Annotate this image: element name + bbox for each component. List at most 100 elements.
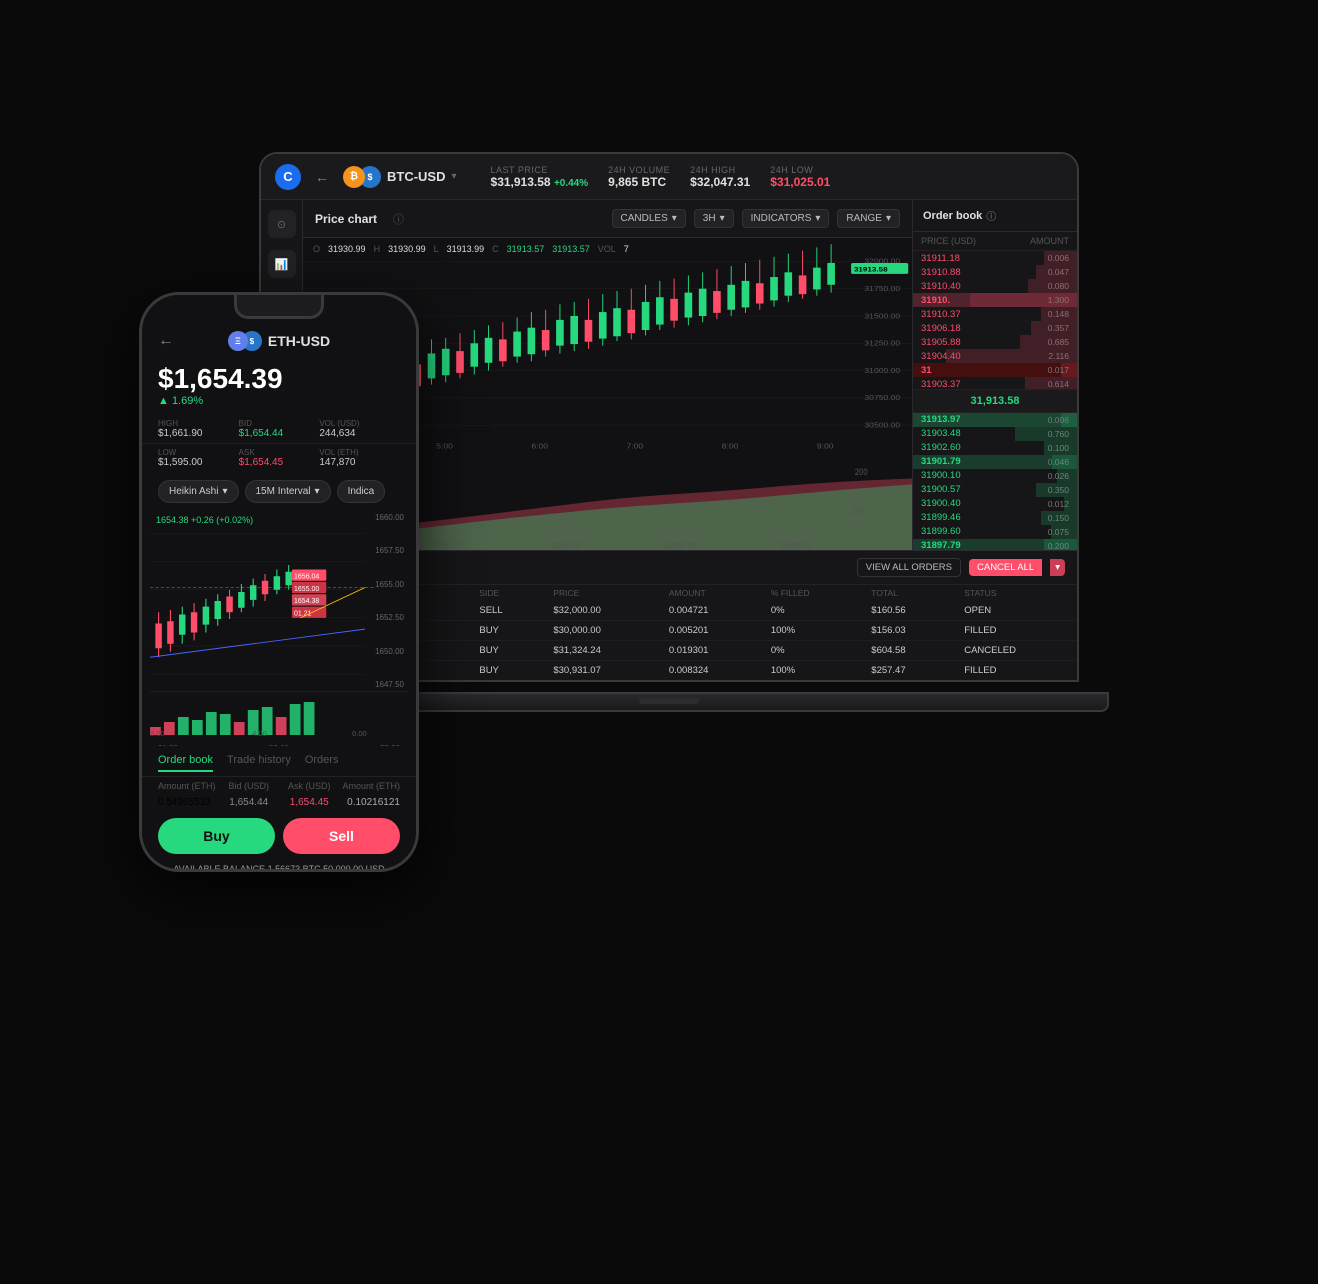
ob-row: 31902.600.100 [913, 441, 1077, 455]
phone-time-labels: 21:30 22:00 22:30 [150, 742, 408, 746]
col-filled: % FILLED [761, 585, 861, 601]
phone-price-section: $1,654.39 ▲ 1.69% [142, 359, 416, 415]
phone-stat-high: HIGH $1,661.90 [158, 419, 239, 439]
svg-text:31000.00: 31000.00 [864, 367, 900, 375]
ob-row: 31904.402.116 [913, 349, 1077, 363]
volume-group: 24H VOLUME 9,865 BTC [608, 165, 670, 189]
ob-header: Order book ⓘ [913, 200, 1077, 232]
pair-info[interactable]: ₿ $ BTC-USD ▾ [343, 166, 457, 188]
svg-text:30500.00: 30500.00 [864, 421, 900, 429]
col-side: SIDE [469, 585, 543, 601]
svg-text:4.00: 4.00 [252, 729, 267, 737]
phone-ob-row: 0.54965533 1,654.44 1,654.45 0.10216121 [142, 795, 416, 810]
ob-row: 31913.970.006 [913, 413, 1077, 427]
ob-row: 31906.180.357 [913, 321, 1077, 335]
phone-pair: Ξ $ ETH-USD [228, 331, 330, 351]
volume-label: 24H VOLUME [608, 165, 670, 175]
phone-eth-icon: Ξ [228, 331, 248, 351]
phone-screen: ← Ξ $ ETH-USD $1,654.39 ▲ 1.69% [142, 295, 416, 869]
volume-value: 9,865 BTC [608, 175, 670, 189]
phone-stat-vol-usd: VOL (USD) 244,634 [319, 419, 400, 439]
svg-text:31913.58: 31913.58 [854, 265, 888, 273]
view-all-orders-button[interactable]: VIEW ALL ORDERS [857, 558, 961, 577]
tab-order-book[interactable]: Order book [158, 754, 213, 772]
btc-icon: ₿ [343, 166, 365, 188]
phone-ob-headers: Amount (ETH) Bid (USD) Ask (USD) Amount … [142, 777, 416, 795]
low-label: 24H LOW [770, 165, 830, 175]
ob-row: 31903.370.614 [913, 377, 1077, 389]
cancel-all-button[interactable]: CANCEL ALL [969, 559, 1042, 576]
phone-stats-row2: LOW $1,595.00 ASK $1,654.45 VOL (ETH) 14… [142, 444, 416, 472]
chart-type-button[interactable]: Heikin Ashi ▾ [158, 480, 239, 503]
svg-text:1656.04: 1656.04 [294, 572, 319, 580]
phone-back-button[interactable]: ← [158, 332, 174, 350]
ob-row: 31910.400.080 [913, 279, 1077, 293]
phone: ← Ξ $ ETH-USD $1,654.39 ▲ 1.69% [139, 292, 419, 872]
interval-button[interactable]: 15M Interval ▾ [245, 480, 331, 503]
indicators-button[interactable]: INDICATORS ▾ [742, 209, 830, 228]
svg-text:1655.00: 1655.00 [294, 585, 319, 593]
phone-price: $1,654.39 [158, 363, 400, 395]
col-amount: AMOUNT [659, 585, 761, 601]
ob-buy-rows: 31913.970.006 31903.480.760 31902.600.10… [913, 413, 1077, 551]
back-button[interactable]: ← [315, 169, 329, 185]
pair-chevron-icon: ▾ [452, 171, 457, 182]
buy-button[interactable]: Buy [158, 818, 275, 854]
ob-row: 31897.790.200 [913, 539, 1077, 551]
high-value: $32,047.31 [690, 175, 750, 189]
phone-chart-area: 1654.38 +0.26 (+0.02%) 1660.00 1657.50 1… [150, 511, 408, 691]
ohlc-bar: O31930.99 H31930.99 L31913.99 C31913.57 … [313, 244, 629, 254]
phone-buy-sell: Buy Sell [142, 810, 416, 862]
sell-button[interactable]: Sell [283, 818, 400, 854]
chart-info-icon: ⓘ [393, 211, 404, 227]
phone-chart-svg: 1656.04 1655.00 1654.38 01.21 [150, 511, 408, 691]
high-group: 24H HIGH $32,047.31 [690, 165, 750, 189]
phone-coin-icons: Ξ $ [228, 331, 262, 351]
svg-text:30750.00: 30750.00 [864, 394, 900, 402]
ob-row: 31899.600.075 [913, 525, 1077, 539]
chart-title: Price chart [315, 212, 377, 226]
interval-button[interactable]: 3H ▾ [694, 209, 734, 228]
ob-mid-price: 31,913.58 [913, 389, 1077, 413]
coin-icons: ₿ $ [343, 166, 381, 188]
phone-stat-low: LOW $1,595.00 [158, 448, 239, 468]
svg-text:31750.00: 31750.00 [864, 285, 900, 293]
tab-orders[interactable]: Orders [305, 754, 339, 772]
svg-text:0.00: 0.00 [352, 729, 367, 737]
nav-chart-icon[interactable]: 📊 [268, 250, 296, 278]
laptop-topbar: C ← ₿ $ BTC-USD ▾ LAST PRICE [261, 154, 1077, 200]
phone-vol-area: 8.00 4.00 0.00 21:30 22:00 22:30 [150, 691, 408, 746]
svg-text:7:00: 7:00 [627, 442, 644, 450]
ob-row: 31911.180.006 [913, 251, 1077, 265]
phone-tabs: Order book Trade history Orders [142, 746, 416, 777]
svg-text:32300.00: 32300.00 [665, 540, 697, 550]
range-button[interactable]: RANGE ▾ [837, 209, 900, 228]
svg-text:32100.00: 32100.00 [550, 540, 582, 550]
phone-notch [234, 295, 324, 319]
low-value: $31,025.01 [770, 175, 830, 189]
col-price: PRICE [543, 585, 659, 601]
cancel-all-chevron-button[interactable]: ▾ [1050, 559, 1065, 576]
orderbook-panel: Order book ⓘ PRICE (USD) AMOUNT 31911.18… [912, 200, 1077, 550]
phone-stat-ask: ASK $1,654.45 [239, 448, 320, 468]
candles-button[interactable]: CANDLES ▾ [612, 209, 686, 228]
nav-clock-icon[interactable]: ⊙ [268, 210, 296, 238]
svg-text:1654.38: 1654.38 [294, 597, 319, 605]
ob-col-headers: PRICE (USD) AMOUNT [913, 232, 1077, 251]
svg-text:100: 100 [850, 505, 863, 516]
col-status: STATUS [954, 585, 1077, 601]
indicator-button[interactable]: Indica [337, 480, 386, 503]
phone-price-change: ▲ 1.69% [158, 395, 400, 407]
phone-header: ← Ξ $ ETH-USD [142, 323, 416, 359]
svg-text:8:00: 8:00 [722, 442, 739, 450]
ob-row: 310.017 [913, 363, 1077, 377]
last-price-change: +0.44% [554, 178, 588, 189]
ob-info-icon: ⓘ [986, 208, 996, 223]
laptop-hinge [639, 698, 699, 704]
tab-trade-history[interactable]: Trade history [227, 754, 291, 772]
phone-action-bar: Heikin Ashi ▾ 15M Interval ▾ Indica [142, 472, 416, 511]
phone-stat-vol-eth: VOL (ETH) 147,870 [319, 448, 400, 468]
ob-row: 31905.880.685 [913, 335, 1077, 349]
phone-chart-label: 1654.38 +0.26 (+0.02%) [156, 515, 253, 525]
svg-text:9:00: 9:00 [817, 442, 834, 450]
